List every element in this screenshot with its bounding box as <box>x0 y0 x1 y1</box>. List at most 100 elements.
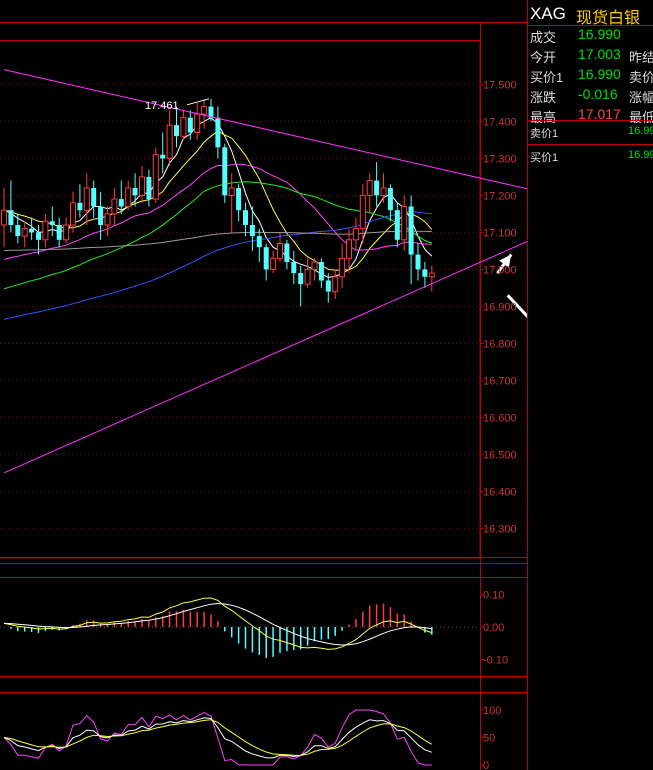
high-price-label: 17.461 <box>145 100 179 112</box>
candle-body <box>387 188 393 211</box>
candle-body <box>8 210 14 225</box>
candle-body <box>304 268 311 285</box>
row-label-2: 昨结 <box>629 50 653 65</box>
annotation-leader <box>186 98 210 106</box>
candle-body <box>394 210 400 240</box>
price-axis-ticks: 16.300 16.400 16.500 16.600 16.700 16.800 16.9… <box>480 79 517 535</box>
price-tick-label: 17.000 <box>483 264 517 276</box>
candle-body <box>256 236 262 248</box>
candle-body <box>139 176 145 196</box>
row-label: 涨跌 <box>530 90 557 105</box>
macd-tick-label: -0.10 <box>483 655 508 667</box>
candle-body <box>83 187 90 211</box>
candle-body <box>125 187 132 207</box>
quote-row-change: 涨跌 -0.016 涨幅 <box>528 85 653 105</box>
price-tick-label: 17.400 <box>483 116 517 128</box>
candle-body <box>263 247 269 270</box>
quote-row-last: 成交 16.990 <box>528 25 653 45</box>
bid-label: 买价1 <box>530 152 559 164</box>
row-value: 16.990 <box>578 66 621 82</box>
candle-body <box>187 117 193 133</box>
candle-body <box>36 232 41 240</box>
candle-body <box>118 199 124 207</box>
kdj-tick-label: 100 <box>483 705 501 717</box>
candle-body <box>160 154 166 159</box>
ask-value: 16.99 <box>628 125 653 137</box>
candle-body <box>284 243 290 262</box>
candle-body <box>49 221 55 225</box>
price-tick-label: 17.300 <box>483 153 517 165</box>
row-value: 17.003 <box>578 46 621 62</box>
candle-body <box>201 106 208 115</box>
candle-body <box>146 176 152 200</box>
price-tick-label: 16.400 <box>483 486 517 498</box>
price-tick-label: 16.500 <box>483 449 517 461</box>
candle-body <box>104 213 111 226</box>
candle-body <box>166 124 173 159</box>
candle-body <box>346 239 352 259</box>
trendlines <box>3 69 527 474</box>
candle-body <box>243 210 248 225</box>
bid-row: 买价1 16.99 <box>528 144 653 168</box>
candle-body <box>15 225 21 237</box>
candle-body <box>318 262 324 281</box>
quote-row-open: 今开 17.003 昨结 <box>528 45 653 65</box>
quote-header: XAG 现货白银 <box>528 0 653 27</box>
candle-body <box>401 206 408 241</box>
row-value: 16.990 <box>578 26 621 42</box>
candle-body <box>70 202 76 226</box>
quote-row-bid: 买价1 16.990 卖价 <box>528 65 653 85</box>
candle-body <box>91 188 97 207</box>
kdj-panel: 100 50 0 <box>3 705 501 770</box>
candle-body <box>98 206 104 225</box>
candle-body <box>415 254 421 270</box>
candles <box>1 98 435 307</box>
candle-body <box>422 269 428 277</box>
price-tick-label: 16.300 <box>483 523 517 535</box>
candle-body <box>291 262 297 274</box>
candle-body <box>339 257 346 278</box>
symbol-code: XAG <box>530 4 566 23</box>
macd-panel: 0.10 0.00 -0.10 <box>0 589 508 667</box>
price-grid <box>0 83 480 529</box>
candle-body <box>1 209 7 226</box>
candle-body <box>111 198 118 215</box>
candle-body <box>180 117 187 137</box>
chart-canvas: 17.461 16.30016.40016.50016.60016.70016.… <box>0 22 527 770</box>
ask-row: 卖价1 16.99 <box>528 120 653 144</box>
candle-body <box>56 225 62 240</box>
row-value: -0.016 <box>578 86 618 102</box>
candle-body <box>132 188 138 196</box>
price-tick-label: 16.600 <box>483 412 517 424</box>
candle-body <box>359 194 366 230</box>
candle-body <box>352 228 359 241</box>
kdj-j-line <box>3 709 432 766</box>
price-tick-label: 17.100 <box>483 227 517 239</box>
candle-body <box>215 117 221 148</box>
candle-body <box>408 206 414 255</box>
row-label: 成交 <box>530 30 557 45</box>
price-tick-label: 17.500 <box>483 79 517 91</box>
kdj-tick-label: 50 <box>483 733 495 745</box>
candle-body <box>366 180 373 196</box>
candle-body <box>270 257 277 270</box>
price-tick-label: 16.800 <box>483 338 517 350</box>
trendline <box>3 69 527 190</box>
bid-value: 16.99 <box>628 149 653 161</box>
row-label: 买价1 <box>530 70 564 85</box>
ask-label: 卖价1 <box>530 128 559 140</box>
candle-body <box>277 243 283 259</box>
price-annotation: 17.461 <box>145 98 210 112</box>
price-tick-label: 16.900 <box>483 301 517 313</box>
macd-tick-label: 0.10 <box>483 589 504 601</box>
row-label-2: 卖价 <box>629 70 653 85</box>
price-tick-label: 17.200 <box>483 190 517 202</box>
candle-body <box>298 273 304 285</box>
candle-body <box>194 113 201 133</box>
candle-body <box>21 228 28 237</box>
quote-panel: XAG 现货白银 成交 16.990 今开 17.003 昨结 买价1 16.9… <box>527 0 653 770</box>
forecast-arrows <box>496 253 527 319</box>
candle-body <box>42 220 49 241</box>
candle-body <box>249 225 255 237</box>
candle-body <box>236 188 242 211</box>
